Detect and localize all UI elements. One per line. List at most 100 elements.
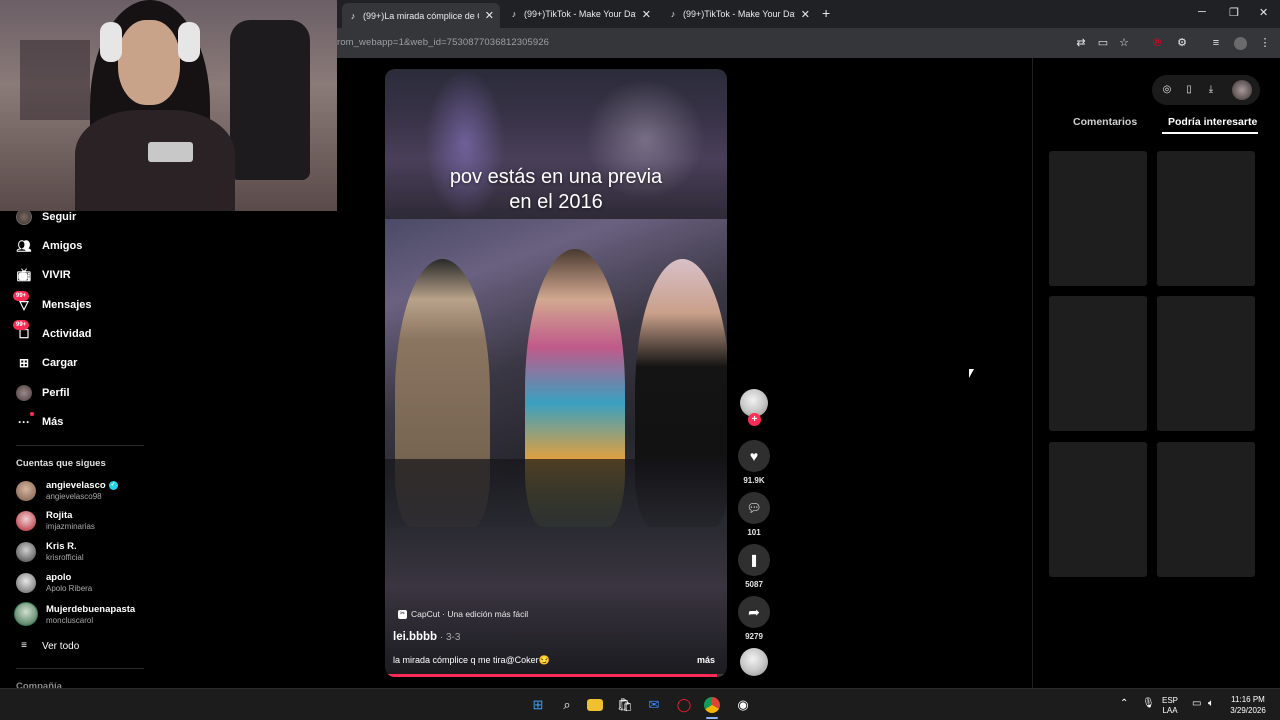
sidebar-divider: [16, 668, 144, 669]
chrome-icon[interactable]: [704, 697, 720, 713]
browser-tab[interactable]: ♪ (99+)TikTok - Make Your Day ✕: [503, 3, 657, 25]
suggested-video-thumb[interactable]: [1049, 296, 1147, 431]
download-icon[interactable]: ⤓: [1204, 83, 1218, 97]
restore-icon[interactable]: ❐: [1229, 6, 1239, 19]
following-item[interactable]: Mujerdebuenapasta moncluscarol: [14, 602, 135, 626]
close-tab-icon[interactable]: ✕: [801, 8, 810, 21]
see-all-label: Ver todo: [42, 640, 80, 652]
system-clock[interactable]: 11:16 PM 3/29/2026: [1222, 694, 1274, 716]
lang-code: ESP: [1162, 696, 1179, 705]
following-handle: krisrofficial: [46, 553, 84, 562]
browser-tab[interactable]: ♪ (99+)TikTok - Make Your Day ✕: [662, 3, 816, 25]
top-tools: ◎ ▯ ⤓: [1152, 75, 1260, 105]
desk: [385, 459, 727, 527]
close-window-icon[interactable]: ✕: [1259, 6, 1268, 19]
tab-title: (99+)TikTok - Make Your Day: [683, 9, 795, 19]
windows-start-icon[interactable]: ⊞: [529, 696, 547, 714]
heart-icon: ♥: [749, 448, 759, 464]
nav-upload[interactable]: ⊞ Cargar: [16, 355, 78, 371]
sound-disc-avatar[interactable]: [740, 648, 768, 676]
suggested-video-thumb[interactable]: [1157, 296, 1255, 431]
file-explorer-icon[interactable]: [587, 699, 603, 711]
media-controls-icon[interactable]: ≡: [1209, 36, 1223, 50]
nav-live[interactable]: 📺︎ VIVIR: [16, 267, 70, 283]
see-all-button[interactable]: ≡ Ver todo: [16, 638, 79, 654]
close-tab-icon[interactable]: ✕: [642, 8, 651, 21]
explore-icon[interactable]: ◎: [1160, 83, 1174, 97]
avatar: [14, 602, 38, 626]
microphone-icon[interactable]: 🎙︎: [1142, 699, 1155, 709]
verified-badge-icon: ✓: [108, 481, 118, 490]
language-indicator[interactable]: ESP LAA: [1162, 696, 1178, 716]
browser-menu-icon[interactable]: ⋮: [1258, 36, 1272, 50]
follow-plus-button[interactable]: +: [748, 413, 761, 426]
following-item[interactable]: apolo Apolo Ribera: [16, 572, 92, 593]
clock-time: 11:16 PM: [1231, 695, 1265, 704]
profile-icon[interactable]: [1234, 37, 1247, 50]
overlay-line: en el 2016: [509, 191, 603, 213]
nav-messages[interactable]: ▽ 99+ Mensajes: [13, 291, 92, 313]
following-item[interactable]: angievelasco ✓ angievelasco98: [16, 480, 118, 501]
browser-tab-active[interactable]: ♪ (99+)La mirada cómplice de Co ✕: [342, 3, 500, 28]
bookmark-star-icon[interactable]: ☆: [1117, 36, 1131, 50]
nav-label: Cargar: [42, 357, 78, 369]
nav-following[interactable]: Seguir: [16, 209, 76, 225]
nav-more[interactable]: ··· Más: [16, 412, 64, 430]
tray-chevron-icon[interactable]: ⌃: [1120, 699, 1128, 709]
network-icon[interactable]: ▭: [1192, 699, 1201, 709]
cast-icon[interactable]: ▭: [1096, 36, 1110, 50]
suggested-video-thumb[interactable]: [1049, 151, 1147, 286]
suggested-video-thumb[interactable]: [1049, 442, 1147, 577]
capcut-icon: ✂: [398, 609, 407, 619]
nav-label: Seguir: [42, 211, 77, 223]
new-tab-button[interactable]: +: [822, 5, 830, 21]
video-author[interactable]: lei.bbbb · 3-3: [393, 631, 460, 643]
nav-label: Perfil: [42, 387, 70, 399]
following-handle: angievelasco98: [46, 492, 102, 501]
tab-comments[interactable]: Comentarios: [1073, 116, 1137, 128]
obs-icon[interactable]: ◉: [734, 696, 752, 714]
video-player[interactable]: pov estás en una previa en el 2016 ✂ Cap…: [385, 69, 727, 677]
mobile-icon[interactable]: ▯: [1182, 83, 1196, 97]
like-button[interactable]: ♥: [738, 440, 770, 472]
pinterest-extension-icon[interactable]: ℗: [1150, 36, 1164, 50]
following-item[interactable]: Kris R. krisrofficial: [16, 541, 84, 562]
store-icon[interactable]: 🛍︎: [616, 696, 634, 714]
minimize-icon[interactable]: ─: [1198, 6, 1206, 18]
suggested-video-thumb[interactable]: [1157, 442, 1255, 577]
upload-icon: ⊞: [18, 356, 30, 370]
video-progress-bar[interactable]: [385, 674, 727, 677]
nav-label: Más: [42, 416, 64, 428]
avatar: [16, 572, 36, 593]
comment-button[interactable]: 💬︎: [738, 492, 770, 524]
close-tab-icon[interactable]: ✕: [485, 9, 494, 22]
save-count: 5087: [745, 580, 763, 589]
user-avatar[interactable]: [1232, 80, 1252, 100]
following-item[interactable]: Rojita imjazminarias: [16, 510, 95, 531]
save-button[interactable]: ❚: [738, 544, 770, 576]
avatar: [16, 510, 36, 531]
share-button[interactable]: ➦: [738, 596, 770, 628]
notification-dot: [30, 412, 34, 416]
nav-activity[interactable]: ☐ 99+ Actividad: [13, 320, 92, 342]
capcut-link[interactable]: ✂ CapCut · Una edición más fácil: [398, 609, 528, 619]
url-field[interactable]: rom_webapp=1&web_id=7530877036812305926: [337, 37, 549, 48]
following-name: angievelasco: [46, 480, 106, 491]
nav-friends[interactable]: 👥︎ Amigos: [16, 238, 82, 254]
clock-date: 3/29/2026: [1230, 706, 1266, 715]
opera-icon[interactable]: ◯: [675, 696, 693, 714]
active-tab-indicator: [1162, 132, 1258, 134]
extensions-icon[interactable]: ⚙: [1175, 36, 1189, 50]
tab-suggestions[interactable]: Podría interesarte: [1168, 116, 1257, 128]
translate-icon[interactable]: ⇄: [1074, 36, 1088, 50]
video-caption: la mirada cómplice q me tira@Coker😏: [393, 655, 550, 665]
mail-icon[interactable]: ✉: [645, 696, 663, 714]
volume-icon[interactable]: 🔈︎: [1208, 699, 1214, 709]
caption-more-button[interactable]: más: [697, 655, 715, 665]
search-icon[interactable]: ⌕: [558, 696, 576, 714]
nav-label: Actividad: [42, 328, 92, 340]
nav-profile[interactable]: Perfil: [16, 385, 70, 401]
comment-count: 101: [747, 528, 761, 537]
bookmark-icon: ❚: [748, 553, 760, 567]
suggested-video-thumb[interactable]: [1157, 151, 1255, 286]
